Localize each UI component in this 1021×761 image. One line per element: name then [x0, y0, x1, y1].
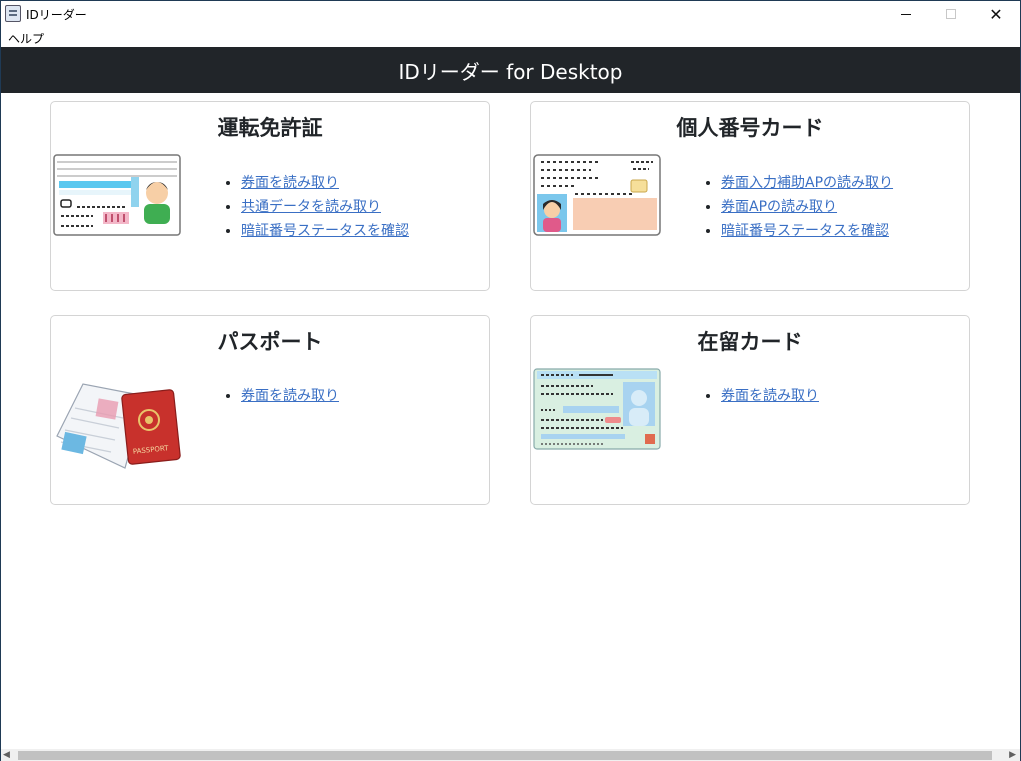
- card-passport: パスポート PASSPORT 券面を読み取り: [50, 315, 490, 505]
- list-item: 券面APの読み取り: [721, 195, 893, 219]
- minimize-button[interactable]: [883, 1, 929, 27]
- list-item: 暗証番号ステータスを確認: [721, 219, 893, 243]
- maximize-icon: [946, 9, 956, 19]
- link-list: 券面を読み取り: [241, 384, 339, 408]
- passport-icon: PASSPORT: [56, 383, 181, 469]
- horizontal-scrollbar[interactable]: ◀ ▶: [1, 749, 1020, 761]
- list-item: 暗証番号ステータスを確認: [241, 219, 409, 243]
- maximize-button[interactable]: [928, 1, 974, 27]
- card-my-number: 個人番号カード 券面入力補助APの読み取り 券面APの読み取り 暗証番号ステータ…: [530, 101, 970, 291]
- app-window: IDリーダー ✕ ヘルプ IDリーダー for Desktop 運転免許証 • …: [0, 0, 1021, 761]
- drivers-license-icon: [53, 154, 181, 236]
- window-title: IDリーダー: [26, 8, 87, 22]
- card-residence: 在留カード 券面を読み取り: [530, 315, 970, 505]
- link-read-input-support-ap[interactable]: 券面入力補助APの読み取り: [721, 175, 893, 191]
- link-read-face[interactable]: 券面を読み取り: [721, 388, 819, 404]
- close-icon: ✕: [989, 4, 1003, 24]
- list-item: 券面入力補助APの読み取り: [721, 171, 893, 195]
- link-read-face[interactable]: 券面を読み取り: [241, 175, 339, 191]
- scrollbar-thumb[interactable]: [18, 751, 992, 760]
- card-title: 在留カード: [697, 330, 803, 354]
- title-bar[interactable]: IDリーダー ✕: [1, 1, 1020, 27]
- link-list: 券面入力補助APの読み取り 券面APの読み取り 暗証番号ステータスを確認: [721, 171, 893, 243]
- card-title: 個人番号カード: [676, 116, 824, 140]
- link-read-face-ap[interactable]: 券面APの読み取り: [721, 199, 837, 215]
- navbar: IDリーダー for Desktop: [1, 47, 1020, 93]
- list-item: 券面を読み取り: [241, 384, 339, 408]
- list-item: 券面を読み取り: [721, 384, 819, 408]
- navbar-title: IDリーダー for Desktop: [398, 59, 623, 84]
- link-list: 券面を読み取り: [721, 384, 819, 408]
- link-check-pin-status[interactable]: 暗証番号ステータスを確認: [721, 223, 889, 239]
- card-title: 運転免許証: [217, 116, 323, 140]
- residence-card-icon: [533, 368, 661, 450]
- card-drivers-license: 運転免許証 券面を読み取り 共通データを読み取り 暗証番号ステータス: [50, 101, 490, 291]
- card-title: パスポート: [217, 330, 323, 354]
- menu-bar: ヘルプ: [1, 27, 1020, 47]
- link-read-common-data[interactable]: 共通データを読み取り: [241, 199, 381, 215]
- list-item: 共通データを読み取り: [241, 195, 409, 219]
- scroll-left-icon[interactable]: ◀: [3, 750, 10, 760]
- scroll-right-icon[interactable]: ▶: [1009, 750, 1016, 760]
- link-list: 券面を読み取り 共通データを読み取り 暗証番号ステータスを確認: [241, 171, 409, 243]
- link-read-face[interactable]: 券面を読み取り: [241, 388, 339, 404]
- app-icon: [5, 5, 21, 22]
- menu-item-help[interactable]: ヘルプ: [8, 30, 44, 47]
- list-item: 券面を読み取り: [241, 171, 409, 195]
- link-check-pin-status[interactable]: 暗証番号ステータスを確認: [241, 223, 409, 239]
- minimize-icon: [901, 13, 911, 15]
- close-button[interactable]: ✕: [973, 1, 1019, 27]
- my-number-card-icon: [533, 154, 661, 236]
